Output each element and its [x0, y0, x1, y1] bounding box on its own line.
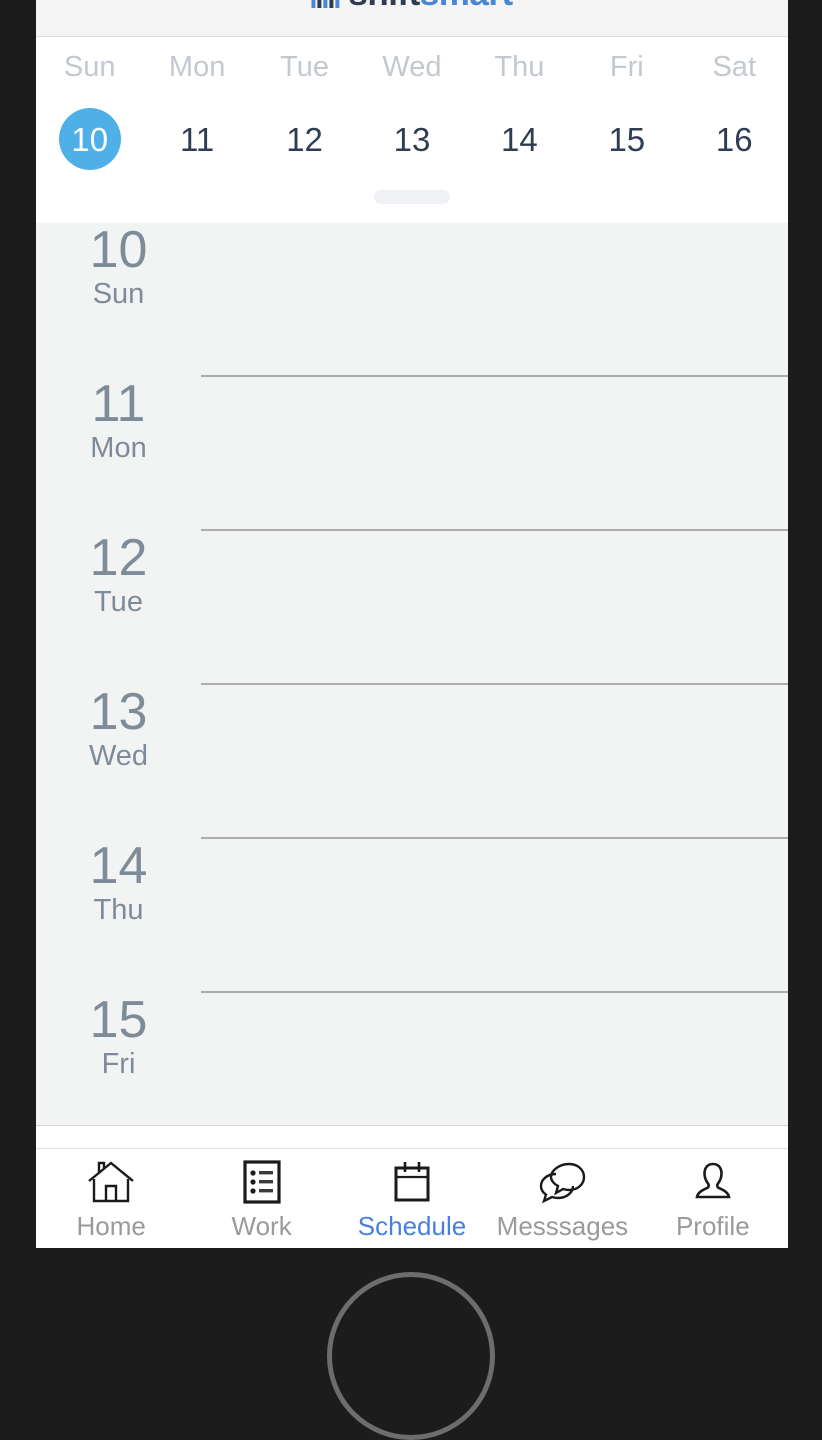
agenda-day-weekday: Tue — [94, 585, 143, 618]
home-icon[interactable] — [85, 1159, 137, 1205]
agenda-day-number: 15 — [89, 991, 148, 1049]
weekday-name-thu: Thu — [494, 51, 545, 83]
weekday-name-tue: Tue — [280, 51, 329, 83]
agenda-day-row[interactable]: 13 Wed — [36, 685, 788, 839]
week-date-cell-sun[interactable]: 10 — [36, 107, 143, 171]
logo-text-shift: shift — [348, 0, 420, 13]
week-date-cell-wed[interactable]: 13 — [358, 107, 465, 171]
nav-label-messages: Messsages — [496, 1211, 629, 1241]
week-date-cell-mon[interactable]: 11 — [143, 107, 250, 171]
week-date-14[interactable]: 14 — [488, 108, 550, 170]
nav-item-profile[interactable]: Profile — [638, 1149, 788, 1239]
nav-label-work: Work — [231, 1211, 292, 1241]
bar-chart-logo-icon — [311, 0, 341, 13]
agenda-day-number: 10 — [89, 223, 148, 279]
agenda-day-label: 12 Tue — [36, 531, 201, 619]
app-header: shiftsmart — [36, 0, 788, 37]
agenda-day-row[interactable]: 11 Mon — [36, 377, 788, 531]
weekday-name-cell: Tue — [251, 53, 358, 107]
agenda-day-row[interactable]: 14 Thu — [36, 839, 788, 993]
week-date-cell-sat[interactable]: 16 — [681, 107, 788, 171]
agenda-day-label: 10 Sun — [36, 223, 201, 311]
nav-item-work[interactable]: Work — [186, 1149, 336, 1239]
nav-label-home: Home — [76, 1211, 146, 1241]
week-date-13[interactable]: 13 — [381, 108, 443, 170]
nav-item-messages[interactable]: Messsages — [487, 1149, 637, 1239]
weekday-name-cell: Thu — [466, 53, 573, 107]
agenda-day-number: 13 — [89, 683, 148, 741]
app-screen: shiftsmart Sun Mon Tue Wed Th — [36, 0, 788, 1248]
agenda-day-label: 11 Mon — [36, 377, 201, 465]
calendar-icon[interactable] — [388, 1159, 436, 1205]
week-strip: Sun Mon Tue Wed Thu Fri Sat 10 11 12 13 … — [36, 37, 788, 223]
agenda-day-row[interactable]: 12 Tue — [36, 531, 788, 685]
agenda-day-number: 14 — [89, 837, 148, 895]
weekday-name-cell: Sat — [681, 53, 788, 107]
weekday-name-cell: Fri — [573, 53, 680, 107]
agenda-day-row[interactable]: 15 Fri — [36, 993, 788, 1125]
week-date-cell-fri[interactable]: 15 — [573, 107, 680, 171]
nav-item-schedule[interactable]: Schedule — [337, 1149, 487, 1239]
weekday-name-sun: Sun — [63, 51, 116, 83]
weekday-name-row: Sun Mon Tue Wed Thu Fri Sat — [36, 53, 788, 107]
agenda-day-row[interactable]: 10 Sun — [36, 223, 788, 377]
agenda-day-number: 12 — [89, 529, 148, 587]
list-icon[interactable] — [239, 1159, 285, 1205]
app-logo: shiftsmart — [311, 0, 513, 13]
agenda-day-label: 15 Fri — [36, 993, 201, 1081]
agenda-day-weekday: Thu — [93, 893, 144, 926]
device-frame: shiftsmart Sun Mon Tue Wed Th — [0, 0, 822, 1440]
chat-bubbles-icon[interactable] — [536, 1159, 588, 1205]
agenda-day-weekday: Sun — [92, 277, 145, 310]
logo-text-smart: smart — [420, 0, 513, 13]
weekday-name-mon: Mon — [168, 51, 226, 83]
weekday-name-wed: Wed — [382, 51, 442, 83]
drag-handle-area[interactable] — [36, 171, 788, 223]
week-date-11[interactable]: 11 — [166, 108, 228, 170]
nav-label-profile: Profile — [675, 1211, 750, 1241]
bottom-navigation-bar: Home Work Schedule Messsages Profile — [36, 1148, 788, 1248]
sheet-drag-handle[interactable] — [374, 190, 450, 204]
device-home-button[interactable] — [327, 1272, 495, 1440]
person-icon[interactable] — [691, 1159, 735, 1205]
weekday-name-cell: Wed — [358, 53, 465, 107]
agenda-day-label: 13 Wed — [36, 685, 201, 773]
weekday-name-fri: Fri — [609, 51, 644, 83]
nav-label-schedule: Schedule — [357, 1211, 467, 1241]
weekday-name-cell: Mon — [143, 53, 250, 107]
week-date-10[interactable]: 10 — [58, 108, 121, 170]
weekday-name-cell: Sun — [36, 53, 143, 107]
agenda-day-number: 11 — [91, 375, 146, 433]
agenda-day-weekday: Mon — [90, 431, 147, 464]
weekday-date-row: 10 11 12 13 14 15 16 — [36, 107, 788, 171]
week-date-16[interactable]: 16 — [703, 108, 765, 170]
week-date-cell-thu[interactable]: 14 — [466, 107, 573, 171]
nav-item-home[interactable]: Home — [36, 1149, 186, 1239]
agenda-day-label: 14 Thu — [36, 839, 201, 927]
week-date-15[interactable]: 15 — [596, 108, 658, 170]
weekday-name-sat: Sat — [712, 51, 756, 83]
week-date-12[interactable]: 12 — [274, 108, 336, 170]
agenda-day-weekday: Fri — [101, 1047, 136, 1080]
agenda-day-weekday: Wed — [88, 739, 149, 772]
week-date-cell-tue[interactable]: 12 — [251, 107, 358, 171]
agenda-list[interactable]: 10 Sun 11 Mon 12 Tue 13 Wed 14 Thu 15 Fr… — [36, 223, 788, 1126]
